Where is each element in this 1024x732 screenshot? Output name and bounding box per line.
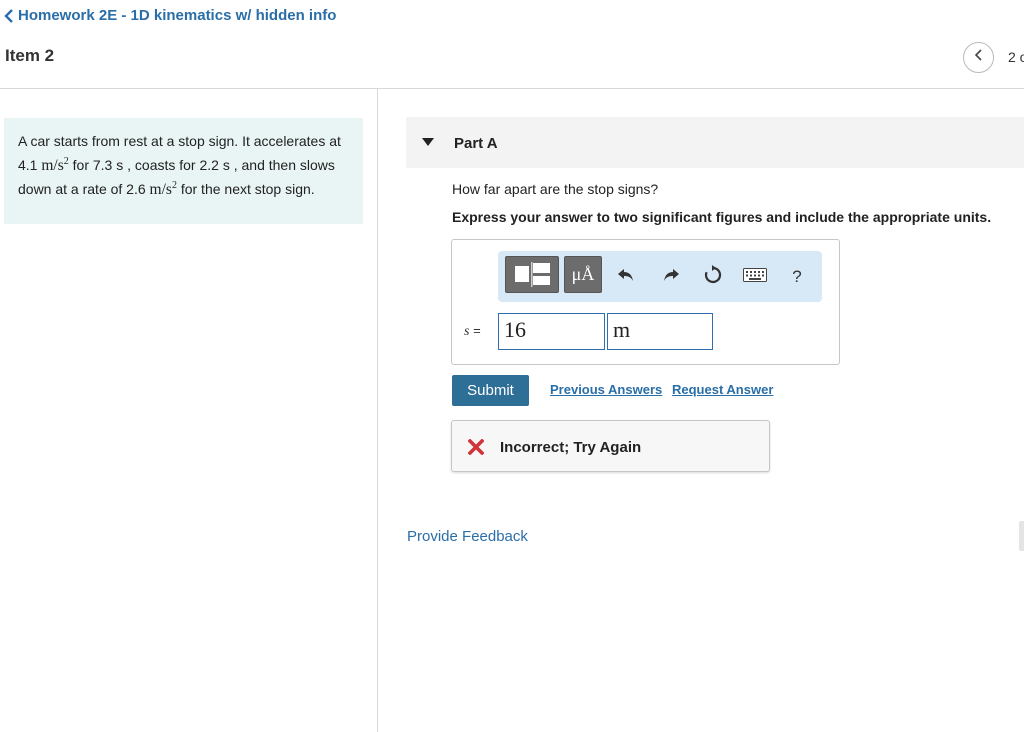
header-divider: [0, 88, 1024, 89]
units-mu-a-icon: μÅ: [571, 264, 595, 284]
variable-label: s =: [464, 323, 481, 339]
keyboard-button[interactable]: [741, 265, 769, 289]
instruction-text: Express your answer to two significant f…: [452, 209, 992, 225]
answer-unit-input[interactable]: m: [607, 313, 713, 350]
chevron-left-icon: [4, 8, 14, 23]
redo-button[interactable]: [658, 265, 684, 289]
help-icon: ?: [792, 267, 802, 286]
deceleration-unit: m/s2: [149, 180, 177, 199]
problem-text-3: for the next stop sign.: [176, 181, 315, 198]
back-link[interactable]: Homework 2E - 1D kinematics w/ hidden in…: [4, 7, 336, 24]
units-button[interactable]: μÅ: [564, 256, 602, 293]
undo-button[interactable]: [613, 265, 639, 289]
redo-icon: [662, 267, 680, 288]
item-page-indicator: 2 o: [1008, 49, 1024, 65]
provide-feedback-link[interactable]: Provide Feedback: [407, 528, 528, 545]
assignment-title[interactable]: Homework 2E - 1D kinematics w/ hidden in…: [18, 7, 336, 24]
previous-answers-link[interactable]: Previous Answers: [550, 382, 662, 397]
submit-button[interactable]: Submit: [452, 375, 529, 406]
feedback-status: Incorrect; Try Again: [500, 439, 642, 456]
question-text: How far apart are the stop signs?: [452, 181, 659, 197]
problem-statement: A car starts from rest at a stop sign. I…: [4, 118, 363, 224]
part-a-header[interactable]: [406, 117, 1024, 168]
templates-icon: [506, 262, 560, 298]
templates-button[interactable]: [505, 256, 559, 293]
incorrect-x-icon: [467, 438, 485, 460]
previous-item-button[interactable]: [963, 42, 994, 73]
reset-icon: [703, 264, 723, 290]
part-label[interactable]: Part A: [454, 135, 498, 152]
answer-value-input[interactable]: 16: [498, 313, 605, 350]
collapse-caret-icon[interactable]: [422, 138, 434, 146]
scroll-handle[interactable]: [1019, 521, 1024, 551]
request-answer-link[interactable]: Request Answer: [672, 382, 773, 397]
item-title: Item 2: [5, 46, 55, 65]
reset-button[interactable]: [700, 264, 726, 290]
math-toolbar: μÅ ?: [498, 251, 822, 302]
help-button[interactable]: ?: [786, 264, 808, 290]
undo-icon: [617, 267, 635, 288]
column-divider: [377, 88, 378, 732]
keyboard-icon: [743, 267, 767, 287]
acceleration-unit: m/s2: [41, 155, 69, 174]
chevron-left-icon: [974, 48, 984, 67]
